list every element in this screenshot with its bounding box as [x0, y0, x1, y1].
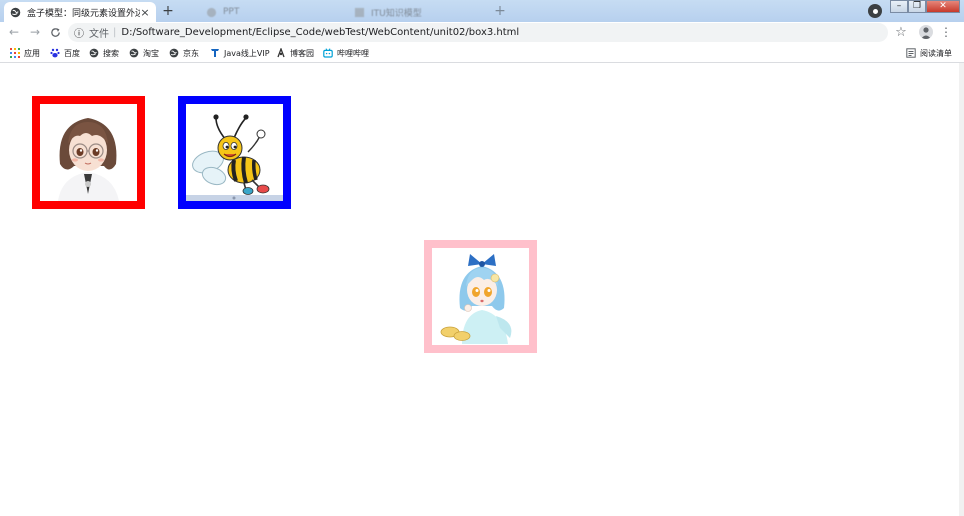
globe-icon: [169, 48, 179, 58]
tab-title: PPT: [223, 7, 240, 17]
new-tab-button[interactable]: +: [160, 3, 176, 19]
java-t-icon: [210, 48, 220, 58]
bookmark-label: 百度: [64, 48, 80, 58]
bookmark-search[interactable]: 搜索: [89, 46, 119, 60]
bee-cartoon-image: [186, 104, 283, 201]
reading-list-label: 阅读清单: [920, 48, 952, 58]
baidu-paw-icon: [50, 48, 60, 58]
restore-button[interactable]: ❐: [908, 0, 926, 13]
cnblogs-icon: [276, 48, 286, 58]
scrollbar-track[interactable]: [959, 63, 964, 516]
tab-active[interactable]: 盒子模型：同级元素设置外边距 ×: [4, 2, 156, 22]
bookmark-label: 博客园: [290, 48, 314, 58]
scheme-label: 文件: [89, 29, 109, 40]
pink-box: [424, 240, 537, 353]
reload-button[interactable]: [47, 24, 63, 40]
page-content: [0, 63, 964, 516]
minimize-button[interactable]: –: [890, 0, 908, 13]
address-bar[interactable]: ⓘ 文件 | D:/Software_Development/Eclipse_C…: [68, 23, 888, 42]
bookmark-label: 应用: [24, 48, 40, 58]
forward-button[interactable]: →: [27, 24, 43, 40]
girl-avatar-image: [40, 104, 137, 201]
info-icon[interactable]: ⓘ: [74, 25, 84, 40]
blue-box: [178, 96, 291, 209]
bookmark-label: 哔哩哔哩: [337, 48, 369, 58]
bookmark-label: 搜索: [103, 48, 119, 58]
tab-title: ITU知识模型: [371, 8, 422, 19]
bookmark-cnblogs[interactable]: 博客园: [276, 46, 314, 60]
reload-icon: [50, 27, 60, 37]
tab-strip: 盒子模型：同级元素设置外边距 × + PPT ITU知识模型 + – ❐ ✕: [0, 0, 964, 22]
tab-background-2[interactable]: ITU知识模型: [348, 2, 488, 22]
apps-grid-icon: [10, 48, 20, 58]
bookmark-apps[interactable]: 应用: [10, 46, 40, 60]
back-button[interactable]: ←: [6, 24, 22, 40]
new-tab-button-ghost[interactable]: +: [492, 3, 508, 19]
record-icon[interactable]: [868, 4, 882, 18]
bilibili-icon: [323, 48, 333, 58]
tab-title: 盒子模型：同级元素设置外边距: [27, 8, 140, 19]
globe-icon: [206, 7, 217, 17]
bookmark-baidu[interactable]: 百度: [50, 46, 80, 60]
reading-list-icon: [906, 48, 916, 58]
bookmark-jd[interactable]: 京东: [169, 46, 199, 60]
anime-child-image: [432, 248, 529, 345]
bookmark-label: 淘宝: [143, 48, 159, 58]
url-text[interactable]: D:/Software_Development/Eclipse_Code/web…: [121, 27, 519, 38]
person-icon: [921, 27, 931, 39]
toolbar: ← → ⓘ 文件 | D:/Software_Development/Eclip…: [0, 22, 964, 43]
bookmark-label: 京东: [183, 48, 199, 58]
close-window-button[interactable]: ✕: [926, 0, 960, 13]
menu-icon[interactable]: ⋮: [940, 24, 952, 40]
window-controls: – ❐ ✕: [890, 0, 960, 14]
bookmark-star-icon[interactable]: ☆: [893, 24, 909, 40]
globe-icon: [10, 7, 21, 17]
globe-icon: [354, 7, 365, 17]
tab-background-1[interactable]: PPT: [200, 2, 340, 22]
bookmark-taobao[interactable]: 淘宝: [129, 46, 159, 60]
globe-icon: [129, 48, 139, 58]
bookmark-java-vip[interactable]: Java线上VIP: [210, 46, 270, 60]
red-box: [32, 96, 145, 209]
globe-icon: [89, 48, 99, 58]
url-separator: |: [113, 27, 117, 38]
bookmark-bilibili[interactable]: 哔哩哔哩: [323, 46, 369, 60]
bookmark-label: Java线上VIP: [224, 48, 270, 58]
profile-avatar-icon[interactable]: [919, 25, 933, 39]
bookmarks-bar: 应用 百度 搜索 淘宝 京东 Java线上VIP 博客园 哔哩哔哩 阅读清单: [0, 43, 964, 63]
reading-list-button[interactable]: 阅读清单: [906, 46, 952, 60]
tab-close-icon[interactable]: ×: [140, 6, 150, 19]
